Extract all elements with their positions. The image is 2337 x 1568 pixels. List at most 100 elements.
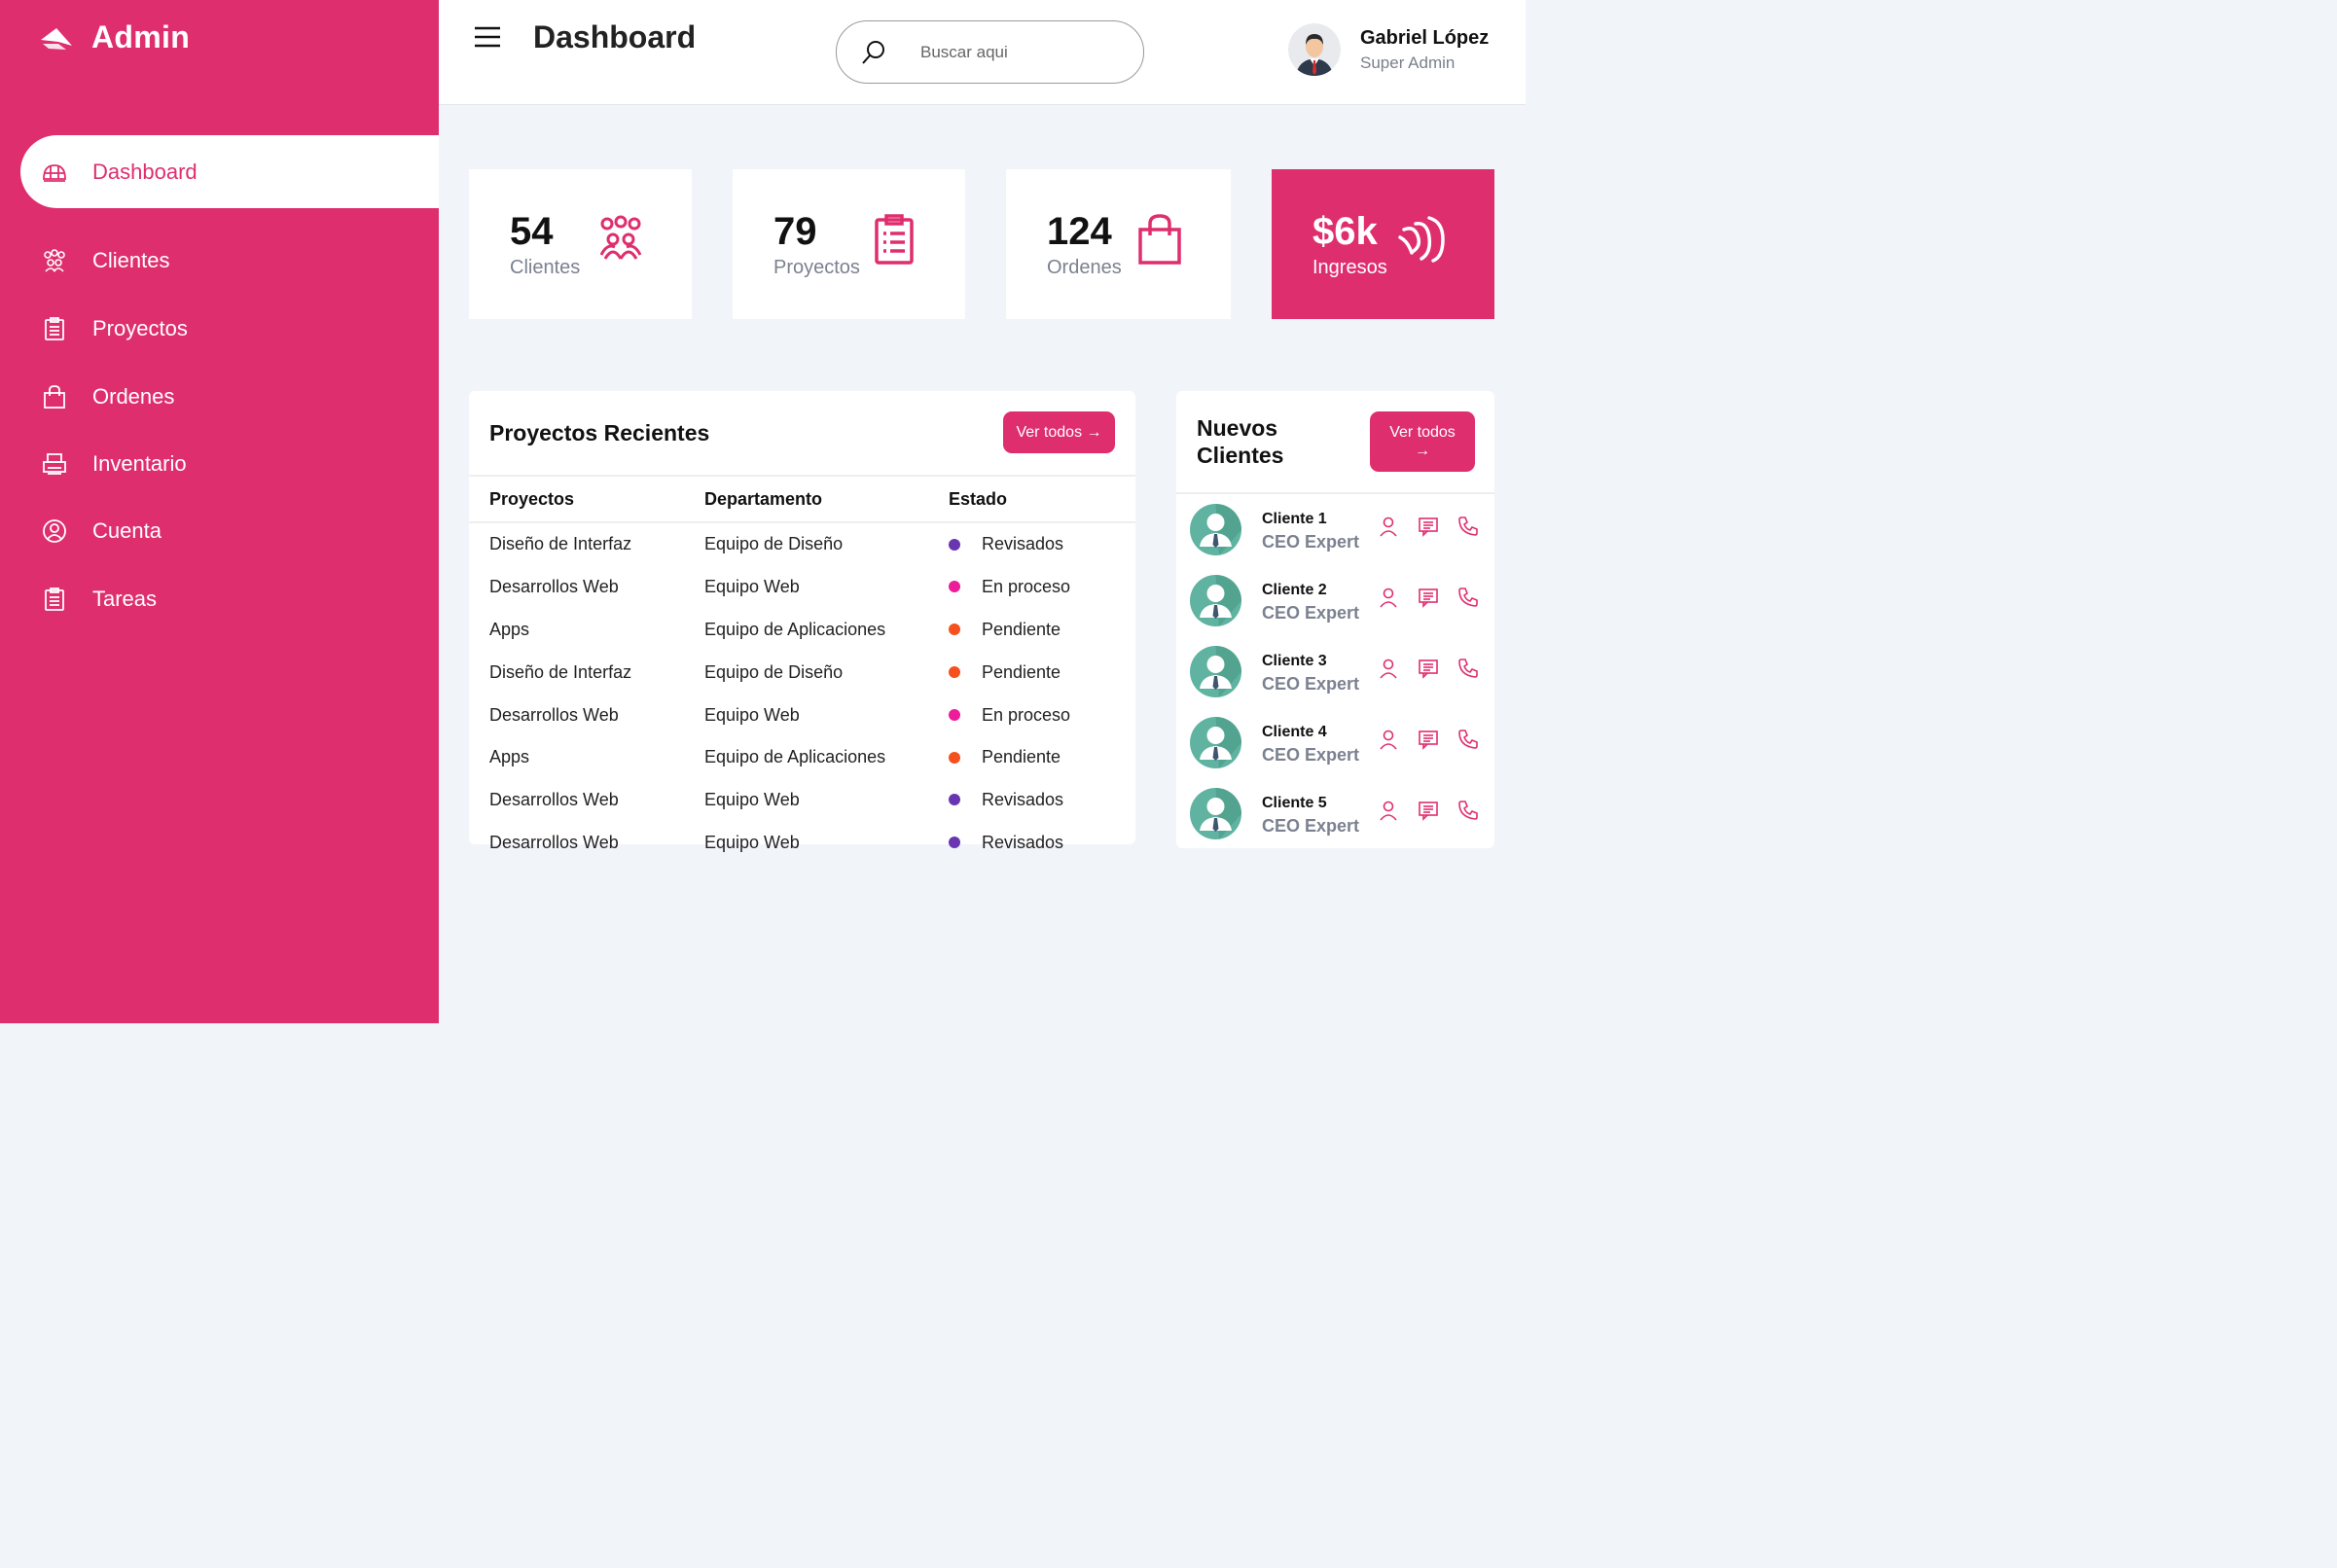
status-dot [949,751,960,764]
search-input[interactable] [918,39,1127,66]
client-row[interactable]: Cliente 1 CEO Expert [1190,500,1482,558]
message-icon[interactable] [1418,729,1439,750]
client-role: CEO Expert [1262,816,1360,836]
department-name: Equipo de Aplicaciones [704,619,886,639]
client-role: CEO Expert [1262,745,1360,765]
client-name: Cliente 1 [1262,511,1327,527]
stat-label: Ordenes [1047,257,1122,278]
client-avatar[interactable] [1190,788,1241,839]
sidebar-item-label: Tareas [92,586,158,611]
user-icon[interactable] [1378,800,1399,821]
table-row[interactable]: Apps Equipo de Aplicaciones Pendiente [469,609,1135,652]
client-avatar[interactable] [1190,717,1241,768]
sidebar-item-cuenta[interactable]: Cuenta [20,494,439,567]
table-row[interactable]: Apps Equipo de Aplicaciones Pendiente [469,736,1135,779]
message-icon[interactable] [1418,587,1439,608]
sidebar-item-clientes[interactable]: Clientes [20,224,439,297]
client-row[interactable]: Cliente 2 CEO Expert [1190,571,1482,629]
dashboard-icon [43,163,66,182]
phone-icon[interactable] [1457,587,1479,608]
project-name: Diseño de Interfaz [489,534,632,554]
menu-icon[interactable] [474,25,501,49]
status-cell: Revisados [949,522,1135,566]
client-name: Cliente 5 [1262,795,1327,811]
recent-projects-panel: Proyectos Recientes Ver todos → Proyecto… [469,391,1135,852]
client-avatar[interactable] [1190,646,1241,697]
status-cell: Pendiente [949,736,1135,779]
people-icon [599,215,642,260]
table-row[interactable]: Desarrollos Web Equipo Web Revisados [469,822,1135,865]
table-row[interactable]: Desarrollos Web Equipo Web Revisados [469,779,1135,822]
column-header[interactable]: Estado [949,475,1135,523]
phone-icon[interactable] [1457,516,1479,537]
sidebar-item-tareas[interactable]: Tareas [20,562,439,635]
user-circle-icon [43,518,66,543]
client-row[interactable]: Cliente 4 CEO Expert [1190,713,1482,771]
stat-card-ingresos[interactable]: $6k Ingresos [1272,169,1494,319]
sidebar-item-label: Ordenes [92,383,175,409]
column-header[interactable]: Departamento [685,475,949,523]
user-icon[interactable] [1378,587,1399,608]
status-text: Pendiente [982,747,1061,767]
stat-card-clientes[interactable]: 54 Clientes [469,169,692,319]
clipboard-icon [875,214,914,265]
table-row[interactable]: Desarrollos Web Equipo Web En proceso [469,566,1135,609]
user-icon[interactable] [1378,658,1399,679]
client-avatar[interactable] [1190,504,1241,555]
stat-card-proyectos[interactable]: 79 Proyectos [733,169,965,319]
phone-icon[interactable] [1457,729,1479,750]
stat-value: 79 [773,210,817,253]
client-row[interactable]: Cliente 5 CEO Expert [1190,784,1482,842]
stat-label: Ingresos [1312,257,1387,278]
paper-plane-logo-icon [41,27,72,50]
sidebar-item-label: Cuenta [92,517,162,543]
people-icon [44,248,65,272]
brand-name: Admin [91,19,191,54]
stat-card-ordenes[interactable]: 124 Ordenes [1006,169,1231,319]
status-text: En proceso [982,577,1071,597]
sidebar-item-ordenes[interactable]: Ordenes [20,360,439,433]
search-box[interactable] [836,20,1144,84]
user-role: Super Admin [1360,53,1456,72]
topbar: Dashboard Gabriel López Super Admin [439,0,1526,105]
sidebar-item-proyectos[interactable]: Proyectos [20,292,439,365]
status-cell: Revisados [949,779,1135,822]
department-name: Equipo Web [704,577,800,597]
project-name: Desarrollos Web [489,704,619,725]
brand[interactable]: Admin [39,19,190,55]
table-row[interactable]: Diseño de Interfaz Equipo de Diseño Revisa… [469,522,1135,566]
avatar[interactable] [1288,23,1341,76]
divider [1176,492,1494,494]
phone-icon[interactable] [1457,658,1479,679]
status-text: En proceso [982,704,1071,725]
user-icon[interactable] [1378,516,1399,537]
sidebar-item-inventario[interactable]: Inventario [20,427,439,500]
message-icon[interactable] [1418,516,1439,537]
column-header[interactable]: Proyectos [469,475,685,523]
table-row[interactable]: Diseño de Interfaz Equipo de Diseño Pendie… [469,651,1135,694]
stat-value: $6k [1312,210,1378,253]
phone-icon[interactable] [1457,800,1479,821]
table-row[interactable]: Desarrollos Web Equipo Web En proceso [469,694,1135,736]
status-dot [949,708,960,721]
department-name: Equipo de Diseño [704,534,844,554]
user-icon[interactable] [1378,729,1399,750]
client-row[interactable]: Cliente 3 CEO Expert [1190,642,1482,700]
sidebar-item-label: Inventario [92,450,187,476]
shopping-bag-icon [44,384,65,409]
user-profile[interactable]: Gabriel López Super Admin [1288,23,1489,76]
ver-todos-clients-button[interactable]: Ver todos → [1370,411,1475,472]
client-avatar[interactable] [1190,575,1241,626]
client-name: Cliente 3 [1262,653,1327,669]
search-icon [862,41,884,64]
message-icon[interactable] [1418,800,1439,821]
project-name: Apps [489,747,530,767]
projects-table: Proyectos Departamento Estado Diseño de … [469,475,1135,864]
ver-todos-projects-button[interactable]: Ver todos → [1003,411,1115,453]
client-role: CEO Expert [1262,603,1360,623]
department-name: Equipo Web [704,790,800,810]
message-icon[interactable] [1418,658,1439,679]
status-text: Pendiente [982,661,1061,682]
sidebar-item-dashboard[interactable]: Dashboard [20,135,439,208]
clipboard-icon [45,316,64,340]
